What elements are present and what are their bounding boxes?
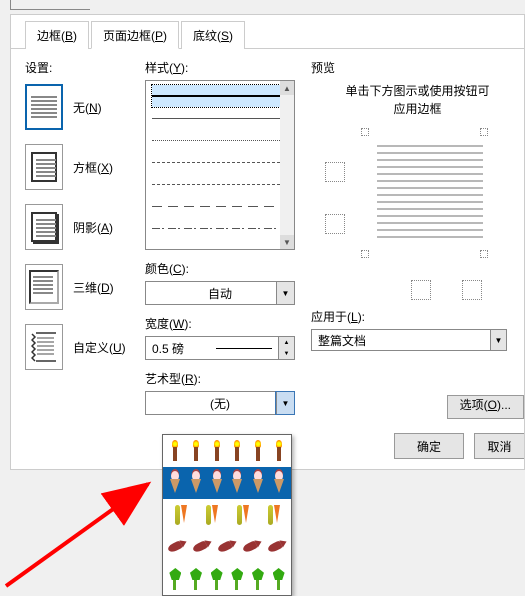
art-option-icecream[interactable] <box>163 467 291 499</box>
style-solid[interactable] <box>152 85 280 107</box>
apply-to-label: 应用于(L): <box>311 308 524 325</box>
style-dashdot[interactable] <box>152 217 280 239</box>
preview-hint: 单击下方图示或使用按钮可应用边框 <box>321 82 514 118</box>
setting-none[interactable]: 无(N) <box>25 84 145 130</box>
art-option-plants[interactable] <box>163 563 291 595</box>
color-select[interactable]: 自动▼ <box>145 281 295 305</box>
tab-shading[interactable]: 底纹(S) <box>181 21 245 49</box>
options-button[interactable]: 选项(O)... <box>447 395 524 419</box>
edge-right-button[interactable] <box>462 280 482 300</box>
tab-strip: 边框(B) 页面边框(P) 底纹(S) <box>11 15 524 49</box>
setting-3d[interactable]: 三维(D) <box>25 264 145 310</box>
edge-bottom-button[interactable] <box>411 280 431 300</box>
art-option-fish[interactable] <box>163 531 291 563</box>
spin-up-icon[interactable]: ▲ <box>278 337 294 348</box>
chevron-down-icon: ▼ <box>276 392 294 414</box>
apply-to-select[interactable]: 整篇文档▼ <box>311 329 507 351</box>
style-listbox[interactable]: ▲▼ <box>145 80 295 250</box>
color-label: 颜色(C): <box>145 260 295 277</box>
cancel-button[interactable]: 取消 <box>474 433 524 459</box>
style-thin[interactable] <box>152 107 280 129</box>
setting-shadow[interactable]: 阴影(A) <box>25 204 145 250</box>
art-option-torches[interactable] <box>163 435 291 467</box>
tab-page-borders[interactable]: 页面边框(P) <box>91 21 179 49</box>
edge-top-button[interactable] <box>325 162 345 182</box>
art-label: 艺术型(R): <box>145 370 295 387</box>
settings-label: 设置: <box>25 59 145 76</box>
chevron-down-icon: ▼ <box>490 330 506 350</box>
scroll-down-icon[interactable]: ▼ <box>280 235 294 249</box>
preview-diagram <box>321 134 514 294</box>
style-label: 样式(Y): <box>145 59 295 76</box>
width-input[interactable]: 0.5 磅▲▼ <box>145 336 295 360</box>
setting-box[interactable]: 方框(X) <box>25 144 145 190</box>
chevron-down-icon: ▼ <box>276 282 294 304</box>
setting-custom[interactable]: 自定义(U) <box>25 324 145 370</box>
width-label: 宽度(W): <box>145 315 295 332</box>
style-dash-l[interactable] <box>152 195 280 217</box>
style-dash-m[interactable] <box>152 173 280 195</box>
style-scrollbar[interactable]: ▲▼ <box>280 81 294 249</box>
style-dotted[interactable] <box>152 129 280 151</box>
style-dash-s[interactable] <box>152 151 280 173</box>
art-dropdown-list[interactable] <box>162 434 292 596</box>
scroll-up-icon[interactable]: ▲ <box>280 81 294 95</box>
preview-label: 预览 <box>311 59 524 76</box>
ok-button[interactable]: 确定 <box>394 433 464 459</box>
tab-borders[interactable]: 边框(B) <box>25 21 89 49</box>
spin-down-icon[interactable]: ▼ <box>278 348 294 359</box>
edge-left-button[interactable] <box>325 214 345 234</box>
art-option-veggies[interactable] <box>163 499 291 531</box>
art-select[interactable]: (无)▼ <box>145 391 295 415</box>
borders-dialog: 边框(B) 页面边框(P) 底纹(S) 设置: 无(N) 方框(X) 阴影(A) <box>10 14 525 470</box>
